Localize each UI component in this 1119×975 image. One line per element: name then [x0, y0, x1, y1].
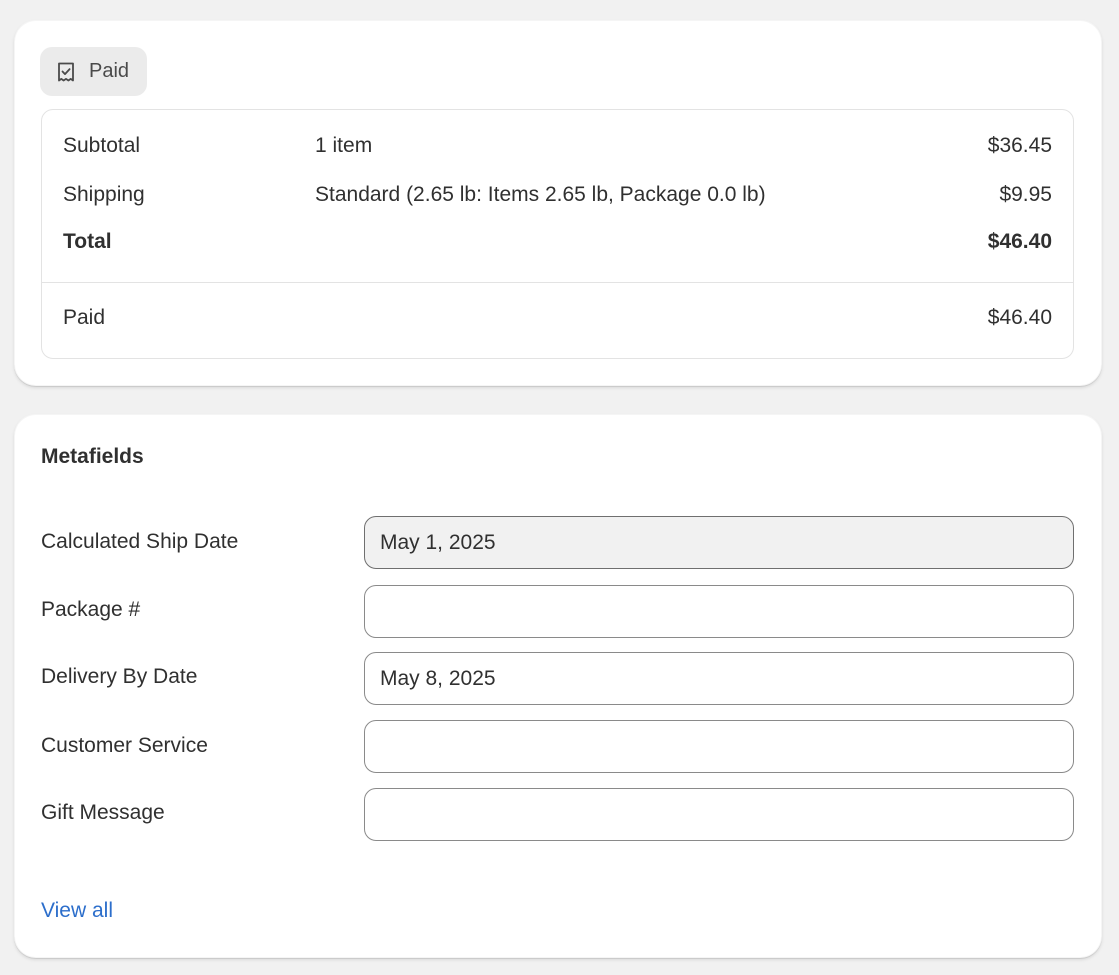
- total-amount: $46.40: [987, 230, 1052, 253]
- shipping-label: Shipping: [63, 183, 145, 206]
- receipt-check-icon: [54, 60, 78, 84]
- shipping-row: Shipping Standard (2.65 lb: Items 2.65 l…: [63, 183, 1052, 211]
- subtotal-detail: 1 item: [315, 134, 373, 157]
- customer-service-label: Customer Service: [41, 734, 208, 757]
- paid-row: Paid $46.40: [63, 306, 1052, 334]
- payment-card: Paid Subtotal 1 item $36.45 Shipping Sta…: [14, 20, 1102, 386]
- shipping-detail: Standard (2.65 lb: Items 2.65 lb, Packag…: [315, 183, 766, 206]
- payment-status-label: Paid: [89, 60, 130, 82]
- paid-amount: $46.40: [987, 306, 1052, 329]
- metafields-card: Metafields Calculated Ship Date Package …: [14, 414, 1102, 958]
- view-all-link[interactable]: View all: [41, 899, 113, 923]
- total-label: Total: [63, 230, 112, 253]
- subtotal-label: Subtotal: [63, 134, 141, 157]
- delivery-by-date-field[interactable]: [364, 652, 1074, 705]
- package-number-field[interactable]: [364, 585, 1074, 638]
- package-number-label: Package #: [41, 598, 141, 621]
- summary-divider: [42, 282, 1073, 283]
- subtotal-amount: $36.45: [987, 134, 1052, 157]
- payment-status-badge: Paid: [40, 47, 147, 96]
- gift-message-label: Gift Message: [41, 801, 165, 824]
- total-row: Total $46.40: [63, 230, 1052, 258]
- shipping-amount: $9.95: [999, 183, 1052, 206]
- gift-message-field[interactable]: [364, 788, 1074, 841]
- subtotal-row: Subtotal 1 item $36.45: [63, 134, 1052, 162]
- delivery-by-date-label: Delivery By Date: [41, 665, 198, 688]
- paid-label: Paid: [63, 306, 106, 329]
- customer-service-field[interactable]: [364, 720, 1074, 773]
- calculated-ship-date-label: Calculated Ship Date: [41, 530, 239, 553]
- payment-summary: Subtotal 1 item $36.45 Shipping Standard…: [41, 109, 1074, 359]
- calculated-ship-date-field[interactable]: [364, 516, 1074, 569]
- metafields-title: Metafields: [41, 445, 144, 468]
